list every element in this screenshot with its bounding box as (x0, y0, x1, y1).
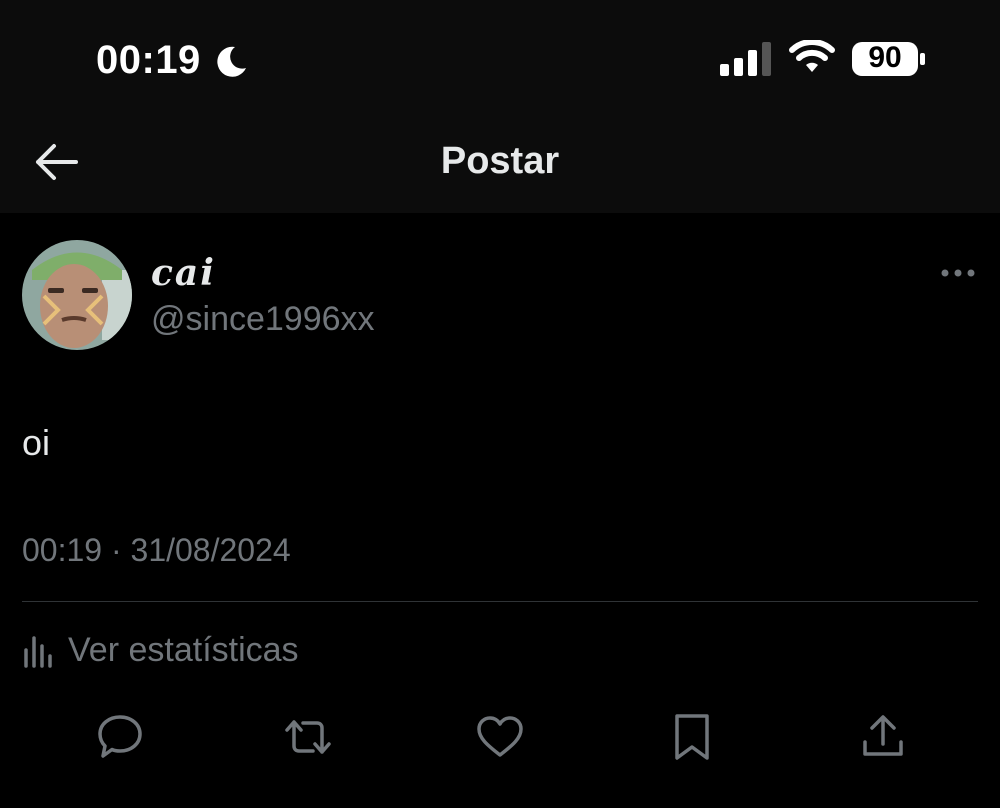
bookmark-icon (675, 714, 709, 760)
avatar[interactable] (22, 240, 132, 350)
avatar-photo (22, 240, 132, 350)
repost-button[interactable] (283, 712, 333, 762)
cellular-signal-icon (720, 42, 771, 76)
page-title: Postar (440, 140, 560, 182)
reply-button[interactable] (95, 712, 145, 762)
bar-chart-icon (24, 636, 52, 668)
moon-icon (217, 46, 246, 77)
battery-level: 90 (868, 41, 902, 74)
divider (22, 601, 978, 602)
view-stats-label: Ver estatísticas (68, 631, 299, 669)
post-text: oi (22, 422, 51, 463)
like-button[interactable] (475, 712, 525, 762)
repost-icon (285, 720, 331, 754)
share-upload-icon (863, 715, 903, 756)
ellipsis-icon (941, 269, 975, 277)
author-handle[interactable]: @since1996xx (151, 300, 375, 339)
more-options-button[interactable] (940, 264, 976, 282)
speech-bubble-icon (98, 715, 142, 758)
bookmark-button[interactable] (667, 712, 717, 762)
top-bar: 00:19 90 Postar (0, 0, 1000, 213)
status-time: 00:19 (96, 38, 201, 82)
author-display-name[interactable]: cai (151, 252, 216, 294)
wifi-icon (789, 40, 835, 72)
share-button[interactable] (858, 712, 908, 762)
post-timestamp[interactable]: 00:19 · 31/08/2024 (22, 532, 291, 569)
heart-icon (477, 716, 523, 757)
